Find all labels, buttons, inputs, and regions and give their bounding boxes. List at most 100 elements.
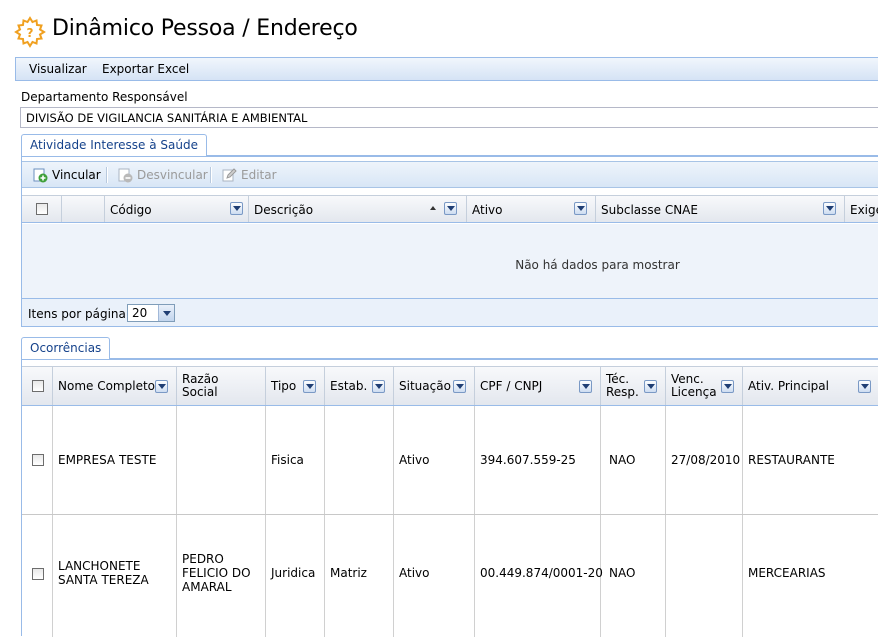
chevron-down-icon[interactable] (858, 380, 871, 393)
cell-cpf: 00.449.874/0001-20 (475, 515, 603, 637)
cell-razao: PEDRO FELICIO DO AMARAL (177, 515, 266, 637)
toolbar-separator (210, 167, 212, 183)
cell-tec-text: NAO (609, 453, 636, 467)
col-situacao-label: Situação (399, 379, 451, 393)
chevron-down-icon[interactable] (444, 202, 457, 215)
col-ativo[interactable]: Ativo (467, 196, 596, 222)
chevron-down-icon[interactable] (155, 380, 168, 393)
remove-link-icon (118, 168, 133, 183)
cell-ativ-text: RESTAURANTE (748, 453, 835, 467)
col-razao-social[interactable]: Razão Social (177, 367, 266, 405)
chevron-down-icon[interactable] (303, 380, 316, 393)
select-all-header (22, 196, 62, 222)
row-select-cell (22, 406, 53, 514)
svg-text:?: ? (27, 26, 34, 40)
cell-situacao-text: Ativo (399, 453, 430, 467)
cell-ativ: RESTAURANTE (743, 406, 878, 514)
grid1-header: Código Descrição Ativo Subclasse CNAE Ex… (22, 195, 878, 223)
pager-label: Itens por página: (28, 307, 130, 321)
menu-visualizar[interactable]: Visualizar (29, 62, 87, 76)
col-tec-label-2: Resp. (606, 385, 639, 399)
table-row[interactable]: LANCHONETE SANTA TEREZA PEDRO FELICIO DO… (22, 515, 878, 637)
col-venc-licenca[interactable]: Venc. Licença (666, 367, 743, 405)
chevron-down-icon[interactable] (579, 380, 592, 393)
col-nome-completo[interactable]: Nome Completo (53, 367, 177, 405)
table-row[interactable]: EMPRESA TESTE Fisica Ativo 394.607.559-2… (22, 406, 878, 515)
chevron-down-icon[interactable] (453, 380, 466, 393)
grid2-header: Nome Completo Razão Social Tipo Estab. S… (22, 366, 878, 406)
chevron-down-icon[interactable] (230, 202, 243, 215)
cell-tec-text: NAO (609, 566, 636, 580)
desvincular-button[interactable]: Desvincular (117, 167, 208, 183)
editar-button[interactable]: Editar (221, 167, 277, 183)
col-estab-label: Estab. (330, 379, 368, 393)
cell-venc: 27/08/2010 (666, 406, 743, 514)
menubar: Visualizar Exportar Excel (15, 57, 878, 81)
col-tipo[interactable]: Tipo (266, 367, 325, 405)
sort-asc-icon (430, 206, 436, 210)
row-checkbox[interactable] (32, 454, 44, 466)
cell-cpf-text: 394.607.559-25 (480, 453, 576, 467)
col-ativo-label: Ativo (472, 203, 503, 217)
col-ativ-principal[interactable]: Ativ. Principal (743, 367, 878, 405)
col-situacao[interactable]: Situação (394, 367, 475, 405)
vincular-label: Vincular (52, 168, 101, 182)
menu-exportar-excel[interactable]: Exportar Excel (102, 62, 189, 76)
chevron-down-icon[interactable] (721, 380, 734, 393)
cell-tipo-text: Juridica (271, 566, 316, 580)
cell-situacao-text: Ativo (399, 566, 430, 580)
tab-atividade-interesse[interactable]: Atividade Interesse à Saúde (21, 134, 207, 156)
chevron-down-icon[interactable] (372, 380, 385, 393)
cell-tec: NAO (601, 406, 666, 514)
select-all-header (22, 367, 53, 405)
col-descricao[interactable]: Descrição (249, 196, 467, 222)
select-all-checkbox[interactable] (32, 380, 44, 392)
chevron-down-icon[interactable] (574, 202, 587, 215)
tab-ocorrencias[interactable]: Ocorrências (21, 337, 111, 359)
add-link-icon (33, 168, 48, 183)
cell-nome-text-2: SANTA TEREZA (58, 573, 149, 587)
vincular-button[interactable]: Vincular (32, 167, 101, 183)
cell-tipo: Juridica (266, 515, 325, 637)
col-exige[interactable]: Exige (845, 196, 878, 222)
page-title: Dinâmico Pessoa / Endereço (52, 16, 358, 41)
col-tec-resp[interactable]: Téc. Resp. (601, 367, 666, 405)
department-label: Departamento Responsável (21, 90, 188, 104)
col-estab[interactable]: Estab. (325, 367, 394, 405)
editar-label: Editar (241, 168, 277, 182)
col-cpf-cnpj[interactable]: CPF / CNPJ (475, 367, 601, 405)
chevron-down-icon[interactable] (158, 305, 174, 321)
cell-cpf-text: 00.449.874/0001-20 (480, 566, 603, 580)
cell-razao (177, 406, 266, 514)
cell-estab-text: Matriz (330, 566, 367, 580)
col-codigo[interactable]: Código (105, 196, 249, 222)
cell-situacao: Ativo (394, 515, 475, 637)
select-all-checkbox[interactable] (36, 203, 48, 215)
col-venc-label-2: Licença (671, 385, 717, 399)
col-subclasse-cnae[interactable]: Subclasse CNAE (596, 196, 845, 222)
cell-nome: LANCHONETE SANTA TEREZA (53, 515, 177, 637)
ocorrencias-panel: Nome Completo Razão Social Tipo Estab. S… (21, 359, 878, 637)
cell-razao-text-3: AMARAL (182, 580, 232, 594)
cell-nome: EMPRESA TESTE (53, 406, 177, 514)
page-size-select[interactable]: 20 (127, 304, 175, 322)
cell-razao-text-2: FELICIO DO (182, 566, 251, 580)
cell-venc (666, 515, 743, 637)
cell-nome-text-1: LANCHONETE (58, 559, 141, 573)
col-codigo-label: Código (110, 203, 152, 217)
edit-icon (222, 168, 237, 182)
department-field[interactable]: DIVISÃO DE VIGILANCIA SANITÁRIA E AMBIEN… (20, 107, 878, 128)
chevron-down-icon[interactable] (644, 380, 657, 393)
cell-razao-text-1: PEDRO (182, 552, 224, 566)
cell-estab: Matriz (325, 515, 394, 637)
cell-cpf: 394.607.559-25 (475, 406, 601, 514)
empty-message-text: Não há dados para mostrar (515, 258, 680, 272)
col-cpf-label: CPF / CNPJ (480, 379, 543, 393)
pager: Itens por página: 20 (22, 298, 878, 326)
gear-question-icon: ? (13, 15, 47, 49)
col-exige-label: Exige (850, 203, 878, 217)
cell-ativ-text: MERCEARIAS (748, 566, 826, 580)
cell-tec: NAO (601, 515, 666, 637)
row-checkbox[interactable] (32, 568, 44, 580)
chevron-down-icon[interactable] (823, 202, 836, 215)
